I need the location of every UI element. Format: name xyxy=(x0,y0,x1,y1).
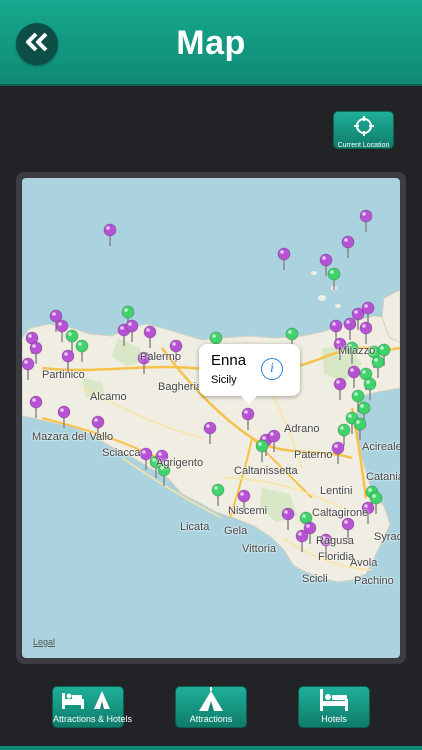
place-label: Mazara del Vallo xyxy=(32,431,114,443)
place-label: Adrano xyxy=(284,423,320,435)
place-label: Scicli xyxy=(302,573,328,585)
current-location-label: Current Location xyxy=(337,142,390,149)
place-label: Paterno xyxy=(294,449,333,461)
place-label: Gela xyxy=(224,525,248,537)
place-label: Vittoria xyxy=(242,543,277,555)
bed-and-tent-icon xyxy=(58,687,118,716)
tab-hotels[interactable]: Hotels xyxy=(298,686,370,728)
place-label: Niscemi xyxy=(228,505,268,517)
footer-line xyxy=(0,746,422,750)
crosshair-icon xyxy=(353,116,374,141)
tab-attractions-hotels[interactable]: Attractions & Hotels xyxy=(52,686,133,728)
place-label: Agrigento xyxy=(156,457,204,469)
attraction-pin-icon[interactable] xyxy=(359,209,373,232)
page-title: Map xyxy=(176,24,246,62)
hotel-pin-icon[interactable] xyxy=(327,267,341,290)
place-label: Sciacca xyxy=(102,447,141,459)
header-bar: Map xyxy=(0,0,422,86)
place-label: Alcamo xyxy=(90,391,127,403)
place-label: Caltanissetta xyxy=(234,465,298,477)
callout-title: Enna xyxy=(211,352,247,369)
attraction-pin-icon[interactable] xyxy=(103,223,117,246)
place-label: Milazzo xyxy=(338,345,376,357)
place-label: Catania xyxy=(366,471,400,483)
place-label: Ragusa xyxy=(316,535,354,547)
attraction-pin-icon[interactable] xyxy=(277,247,291,270)
info-icon[interactable]: i xyxy=(261,358,283,380)
attraction-pin-icon[interactable] xyxy=(341,235,355,258)
place-label: Palermo xyxy=(140,351,181,363)
place-label: Syracuse xyxy=(374,531,400,543)
place-label: Pachino xyxy=(354,575,394,587)
callout-subtitle: Sicily xyxy=(211,374,237,386)
location-callout[interactable]: Enna Sicily i xyxy=(199,344,300,404)
tab-attractions[interactable]: Attractions xyxy=(175,686,247,728)
current-location-button[interactable]: Current Location xyxy=(333,111,394,149)
place-label: Lentini xyxy=(320,485,353,497)
place-label: Licata xyxy=(180,521,210,533)
place-label: Avola xyxy=(350,557,378,569)
map-view[interactable]: Palermo Bagheria Partinico Alcamo Mazara del… xyxy=(22,178,400,658)
place-label: Bagheria xyxy=(158,381,203,393)
place-label: Partinico xyxy=(42,369,85,381)
map-terrain xyxy=(22,209,400,583)
place-label: Caltagirone xyxy=(312,507,369,519)
tab-label: Attractions & Hotels xyxy=(53,714,133,724)
place-label: Floridia xyxy=(318,551,355,563)
tab-label: Hotels xyxy=(321,714,347,724)
map-frame: Palermo Bagheria Partinico Alcamo Mazara del… xyxy=(16,172,406,664)
place-label: Acireale xyxy=(362,441,400,453)
legal-link[interactable]: Legal xyxy=(33,637,55,647)
tab-label: Attractions xyxy=(189,714,233,724)
